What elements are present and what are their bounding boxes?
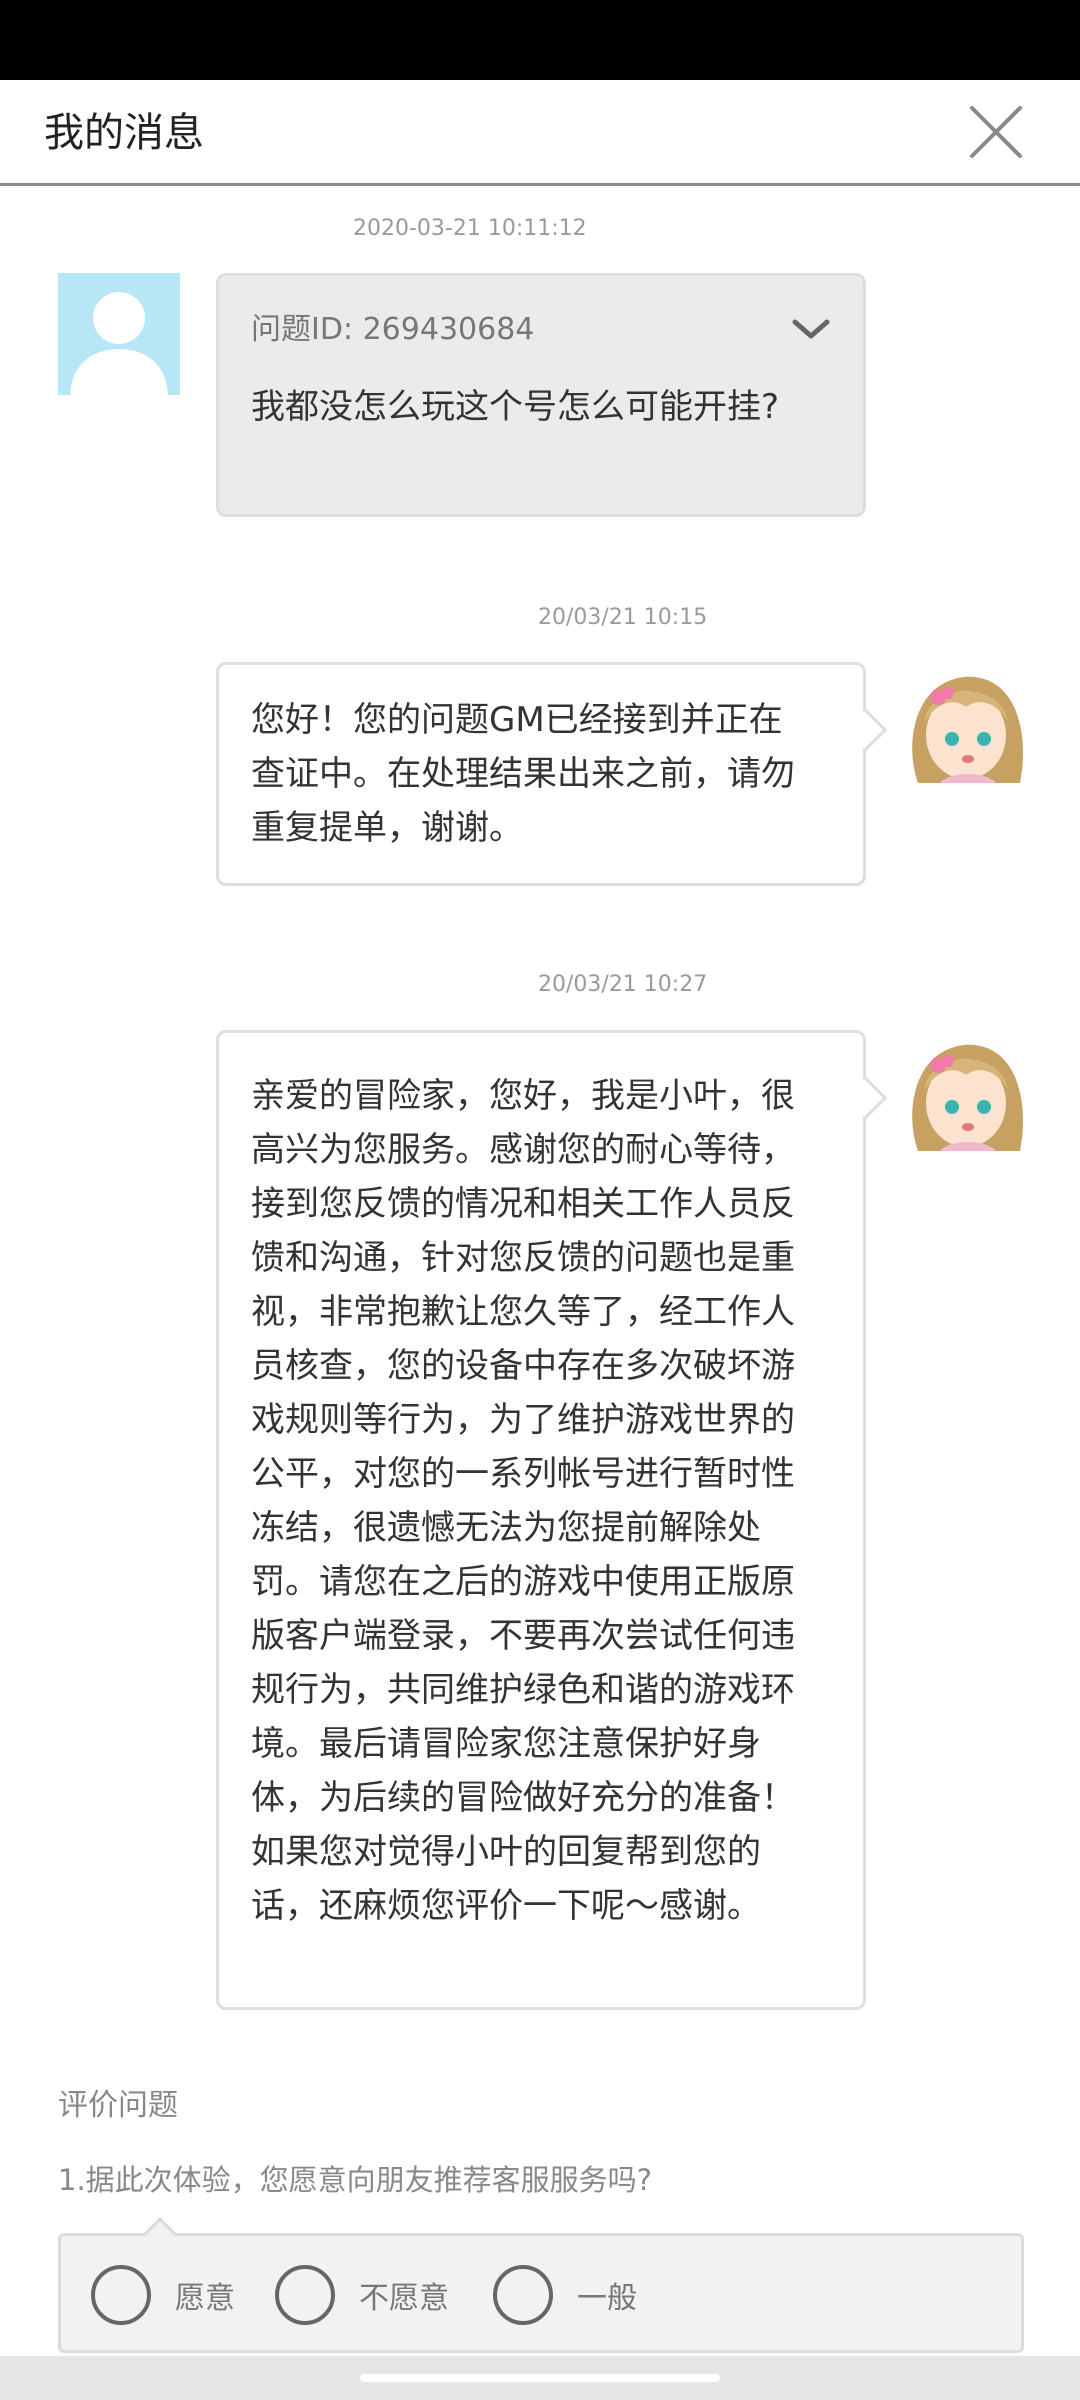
status-bar [0, 0, 1080, 80]
option-unwilling[interactable]: 不愿意 [275, 2264, 449, 2326]
rating-question: 1.据此次体验，您愿意向朋友推荐客服服务吗? [58, 2163, 653, 2197]
page-title: 我的消息 [44, 110, 204, 156]
rating-options: 愿意 不愿意 一般 [58, 2233, 1024, 2353]
option-label: 愿意 [175, 2281, 235, 2316]
message-timestamp: 2020-03-21 10:11:12 [353, 216, 587, 241]
message-text: 我都没怎么玩这个号怎么可能开挂? [251, 387, 780, 427]
option-willing[interactable]: 愿意 [91, 2264, 235, 2326]
default-user-icon [70, 292, 168, 395]
close-button[interactable] [966, 102, 1026, 162]
user-message-bubble: 问题ID: 269430684 我都没怎么玩这个号怎么可能开挂? [216, 273, 866, 517]
gm-avatar [900, 1031, 1030, 1151]
message-timestamp: 20/03/21 10:27 [538, 972, 708, 997]
avatar [58, 273, 180, 395]
radio-button[interactable] [493, 2265, 553, 2325]
gm-girl-avatar [912, 1044, 1024, 1151]
option-label: 一般 [577, 2281, 637, 2316]
bubble-tail [844, 1076, 888, 1120]
message-timestamp: 20/03/21 10:15 [538, 605, 708, 630]
gm-message-bubble: 亲爱的冒险家，您好，我是小叶，很高兴为您服务。感谢您的耐心等待，接到您反馈的情况… [216, 1030, 888, 2010]
rating-title: 评价问题 [58, 2088, 178, 2123]
gm-girl-avatar [912, 676, 1024, 783]
message-text: 亲爱的冒险家，您好，我是小叶，很高兴为您服务。感谢您的耐心等待，接到您反馈的情况… [251, 1076, 795, 1926]
question-id-row: 问题ID: 269430684 [251, 310, 831, 350]
option-label: 不愿意 [359, 2281, 449, 2316]
close-icon [970, 106, 1022, 158]
chevron-down-icon [792, 319, 830, 339]
header: 我的消息 [0, 80, 1080, 186]
question-id: 问题ID: 269430684 [251, 312, 535, 347]
radio-button[interactable] [275, 2265, 335, 2325]
bubble-tail [844, 708, 888, 752]
gm-avatar [900, 663, 1030, 783]
navigation-bar [0, 2356, 1080, 2400]
message-text: 您好！您的问题GM已经接到并正在查证中。在处理结果出来之前，请勿重复提单，谢谢。 [251, 700, 795, 848]
expand-button[interactable] [791, 312, 831, 348]
option-neutral[interactable]: 一般 [493, 2264, 637, 2326]
radio-button[interactable] [91, 2265, 151, 2325]
home-indicator[interactable] [360, 2374, 720, 2382]
gm-message-bubble: 您好！您的问题GM已经接到并正在查证中。在处理结果出来之前，请勿重复提单，谢谢。 [216, 662, 888, 886]
